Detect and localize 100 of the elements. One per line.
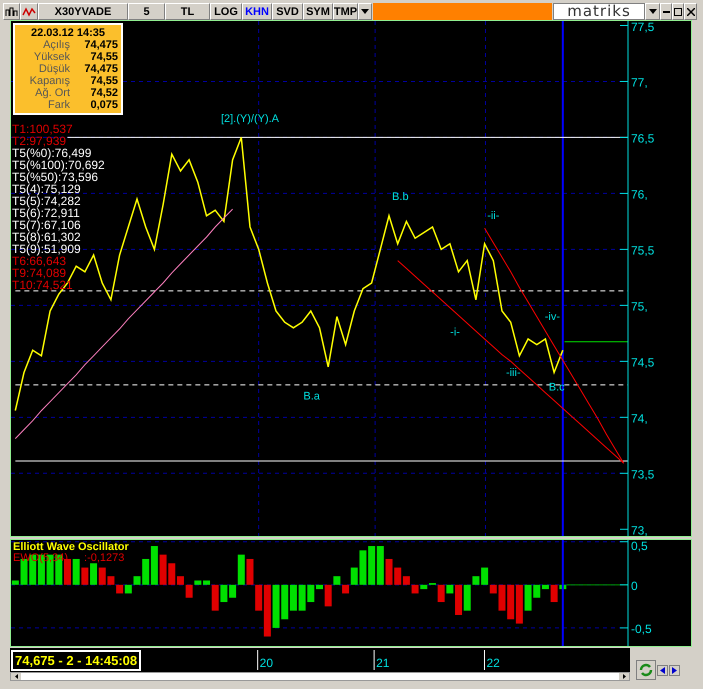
- logo: matriks: [553, 3, 645, 20]
- wave-label: -iii-: [506, 366, 521, 379]
- tick-mark: [620, 136, 628, 138]
- left-arrow-icon: [14, 674, 18, 679]
- wave-label: B.b: [392, 191, 409, 204]
- axis-label: 73,: [631, 523, 648, 536]
- tick-mark: [620, 24, 628, 26]
- next-button[interactable]: [669, 664, 680, 676]
- info-label: Açılış: [42, 39, 70, 51]
- tick-mark: [620, 416, 628, 418]
- level-label: T5(7):67,106: [12, 219, 82, 231]
- toolbar-button[interactable]: SYM: [303, 3, 333, 20]
- tick-mark: [374, 650, 375, 670]
- level-label: T9:74,089: [12, 267, 68, 279]
- tick-mark: [620, 584, 628, 586]
- wave-label: [2].(Y)/(Y).A: [220, 112, 279, 125]
- level-label: T5(8):61,302: [12, 231, 82, 243]
- refresh-icon: [639, 663, 653, 677]
- info-value: 74,52: [90, 87, 118, 99]
- close-button[interactable]: [684, 3, 697, 20]
- toolbar-button[interactable]: TL: [165, 3, 210, 20]
- wave-label: -iv-: [544, 310, 560, 323]
- wave-label: -i-: [450, 326, 460, 339]
- tick-mark: [620, 192, 628, 194]
- level-label: T6:66,643: [12, 255, 66, 267]
- close-icon: [686, 8, 694, 16]
- bar-chart-icon: [5, 6, 18, 16]
- axis-label: 77,5: [631, 21, 654, 34]
- tick-mark: [620, 528, 628, 530]
- tick-mark: [620, 472, 628, 474]
- scrollbar[interactable]: [10, 672, 630, 681]
- axis-label: 76,5: [631, 131, 654, 146]
- axis-label: 73,5: [631, 467, 654, 482]
- info-label: Fark: [47, 99, 70, 111]
- scroll-left-button[interactable]: [11, 673, 21, 680]
- previous-button[interactable]: [657, 664, 668, 676]
- oscillator-bar: [134, 576, 140, 585]
- axis-label: 74,: [631, 411, 648, 426]
- level-label: T5(9):51,909: [12, 243, 82, 255]
- date-label: 20: [260, 656, 274, 670]
- toolbar-button[interactable]: KHN: [242, 3, 272, 20]
- status-readout: 74,675 - 2 - 14:45:08: [11, 650, 142, 671]
- level-label: T5(6):72,911: [12, 207, 81, 219]
- caret-icon: [648, 9, 656, 14]
- toolbar-button[interactable]: 5: [128, 3, 165, 20]
- info-label: Yüksek: [32, 51, 70, 63]
- axis-label: 77,: [631, 75, 648, 90]
- minimize-icon: [662, 10, 670, 12]
- symbol-button[interactable]: X30YVADE: [38, 3, 128, 20]
- info-label: Düşük: [38, 63, 70, 75]
- right-arrow-icon: [672, 666, 677, 674]
- dropdown-button[interactable]: [358, 3, 372, 20]
- level-label: T5(%100):70,692: [12, 159, 105, 171]
- oscillator-bar: [12, 580, 19, 585]
- dropdown-button[interactable]: [645, 3, 660, 20]
- oscillator-bar: [316, 584, 323, 590]
- wave-label: -ii-: [487, 210, 500, 222]
- level-label: T1:100,537: [12, 123, 74, 135]
- level-label: T2:97,939: [12, 135, 66, 147]
- level-label: T5(5):74,282: [12, 195, 82, 207]
- left-arrow-icon: [660, 666, 665, 674]
- toolbar-button[interactable]: SVD: [272, 3, 303, 20]
- axis-label: 0: [631, 578, 638, 593]
- scroll-right-button[interactable]: [619, 673, 629, 680]
- oscillator-title: Elliott Wave Oscillator: [13, 542, 129, 553]
- axis-label: -0,5: [631, 622, 652, 636]
- toolbar-button[interactable]: LOG: [210, 3, 242, 20]
- legend-value: :-0,1273: [84, 553, 124, 564]
- axis-label: 75,5: [631, 243, 654, 258]
- wave-icon: [22, 6, 36, 16]
- tick-mark: [620, 80, 628, 82]
- bar-chart-button[interactable]: [3, 3, 20, 20]
- info-label: Kapanış: [28, 75, 70, 87]
- tick-mark: [620, 541, 628, 542]
- wave-button[interactable]: [20, 3, 38, 20]
- axis-label: 76,: [631, 187, 648, 202]
- caret-icon: [361, 9, 369, 14]
- level-label: T5(%50):73,596: [12, 171, 98, 183]
- axis-label: 74,5: [631, 355, 654, 370]
- minimize-button[interactable]: [660, 3, 672, 20]
- tick-mark: [620, 304, 628, 306]
- tick-mark: [620, 360, 628, 362]
- axis-label: 75,: [631, 299, 648, 314]
- info-value: 0,075: [90, 99, 118, 111]
- maximize-button[interactable]: [672, 3, 684, 20]
- date-label: 21: [376, 656, 390, 670]
- oscillator-bar: [498, 584, 506, 611]
- date-label: 22: [486, 656, 500, 670]
- level-label: T5(%0):76,499: [12, 147, 92, 159]
- tick-mark: [620, 248, 628, 250]
- tick-mark: [620, 627, 628, 628]
- toolbar-button[interactable]: TMP: [333, 3, 358, 20]
- info-value: 74,475: [84, 63, 118, 75]
- info-label: Ağ. Ort: [34, 87, 70, 99]
- axis-label: 0,5: [631, 540, 648, 553]
- tick-mark: [484, 650, 485, 670]
- maximize-icon: [674, 8, 682, 16]
- wave-label: B.a: [303, 390, 320, 402]
- info-date: 22.03.12 14:35: [30, 27, 106, 39]
- info-value: 74,55: [90, 75, 118, 87]
